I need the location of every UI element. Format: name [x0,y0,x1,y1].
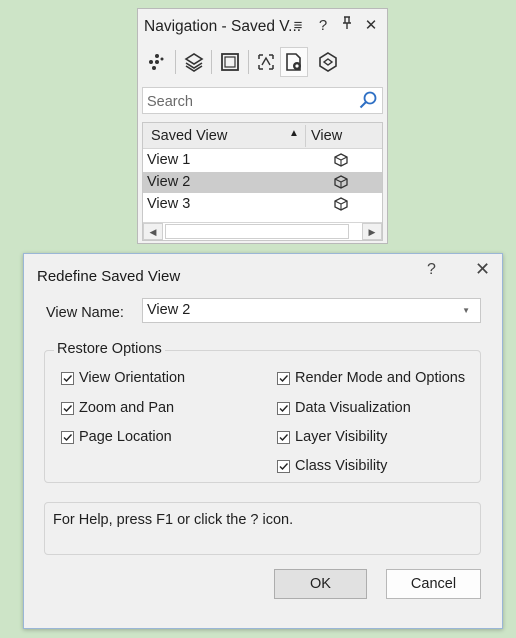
view-name-label: View Name: [46,305,124,321]
class-visibility-checkbox[interactable]: Class Visibility [277,458,387,474]
table-row[interactable]: View 2 [143,172,382,193]
palette-title: Navigation - Saved V... [144,18,302,35]
toolbar-divider [175,50,176,74]
dialog-title: Redefine Saved View [37,268,181,285]
table-row[interactable]: View 3 [143,194,382,215]
data-visualization-checkbox[interactable]: Data Visualization [277,400,411,416]
palette-toolbar [138,43,387,83]
chevron-down-icon[interactable]: ▼ [462,306,470,315]
layer-visibility-checkbox[interactable]: Layer Visibility [277,429,387,445]
search-box [142,87,383,115]
checkbox-box[interactable] [277,401,290,415]
cancel-button[interactable]: Cancel [386,569,481,599]
row-label: View 3 [147,196,191,212]
object-tree-icon[interactable] [143,47,171,77]
help-message-box: For Help, press F1 or click the ? icon. [44,502,481,555]
horizontal-scrollbar[interactable]: ◀ ▶ [143,222,382,240]
close-icon[interactable]: ✕ [475,259,490,280]
layers-icon[interactable] [180,47,208,77]
checkbox-label: Render Mode and Options [295,370,466,386]
checkbox-box[interactable] [277,430,290,444]
help-message: For Help, press F1 or click the ? icon. [53,512,294,528]
checkbox-box[interactable] [61,430,74,444]
pin-icon[interactable] [337,15,357,37]
palette-menu-icon[interactable]: ≡ [288,15,308,37]
checkbox-label: Layer Visibility [295,429,388,445]
checkbox-label: Page Location [79,429,172,445]
view-name-field[interactable]: View 2 ▼ [142,298,481,323]
view-cube-icon[interactable] [333,152,349,171]
table-row[interactable]: View 1 [143,150,382,171]
scroll-right-icon[interactable]: ▶ [362,223,382,240]
view-name-value: View 2 [147,302,191,318]
render-mode-checkbox[interactable]: Render Mode and Options [277,370,465,386]
checkbox-label: Class Visibility [295,458,388,474]
zoom-and-pan-checkbox[interactable]: Zoom and Pan [61,400,174,416]
row-label: View 1 [147,152,191,168]
navigation-palette: Navigation - Saved V... ≡ ? ✕ Search Sav… [137,8,388,244]
checkbox-box[interactable] [277,371,290,385]
row-label: View 2 [147,174,191,190]
checkbox-label: View Orientation [79,370,186,386]
checkbox-label: Data Visualization [295,400,411,416]
sort-ascending-icon[interactable]: ▲ [289,128,299,139]
checkbox-label: Zoom and Pan [79,400,175,416]
palette-close-icon[interactable]: ✕ [361,15,381,37]
ok-button[interactable]: OK [274,569,367,599]
toolbar-divider [248,50,249,74]
search-icon[interactable] [358,90,378,113]
saved-views-table: Saved View ▲ View View 1 View 2 View 3 ◀ [142,122,383,241]
toolbar-divider [211,50,212,74]
saved-views-icon[interactable] [280,47,308,77]
help-icon[interactable]: ? [427,261,436,279]
page-location-checkbox[interactable]: Page Location [61,429,172,445]
redefine-saved-view-dialog: Redefine Saved View ? ✕ View Name: View … [23,253,503,629]
scroll-thumb[interactable] [165,224,349,239]
view-cube-icon[interactable] [333,174,349,193]
checkbox-box[interactable] [277,459,290,473]
view-cube-icon[interactable] [333,196,349,215]
search-input[interactable] [143,88,359,115]
table-header: Saved View ▲ View [143,123,382,149]
checkbox-box[interactable] [61,401,74,415]
sheets-icon[interactable] [216,47,244,77]
scroll-left-icon[interactable]: ◀ [143,223,163,240]
palette-help-icon[interactable]: ? [313,15,333,37]
checkbox-box[interactable] [61,371,74,385]
column-divider[interactable] [305,125,306,147]
column-header-view[interactable]: View [311,128,342,144]
column-header-saved-view[interactable]: Saved View [151,128,227,144]
restore-options-label: Restore Options [54,341,165,357]
view-orientation-checkbox[interactable]: View Orientation [61,370,185,386]
drawing-icon[interactable] [252,47,280,77]
viewports-icon[interactable] [314,47,342,77]
